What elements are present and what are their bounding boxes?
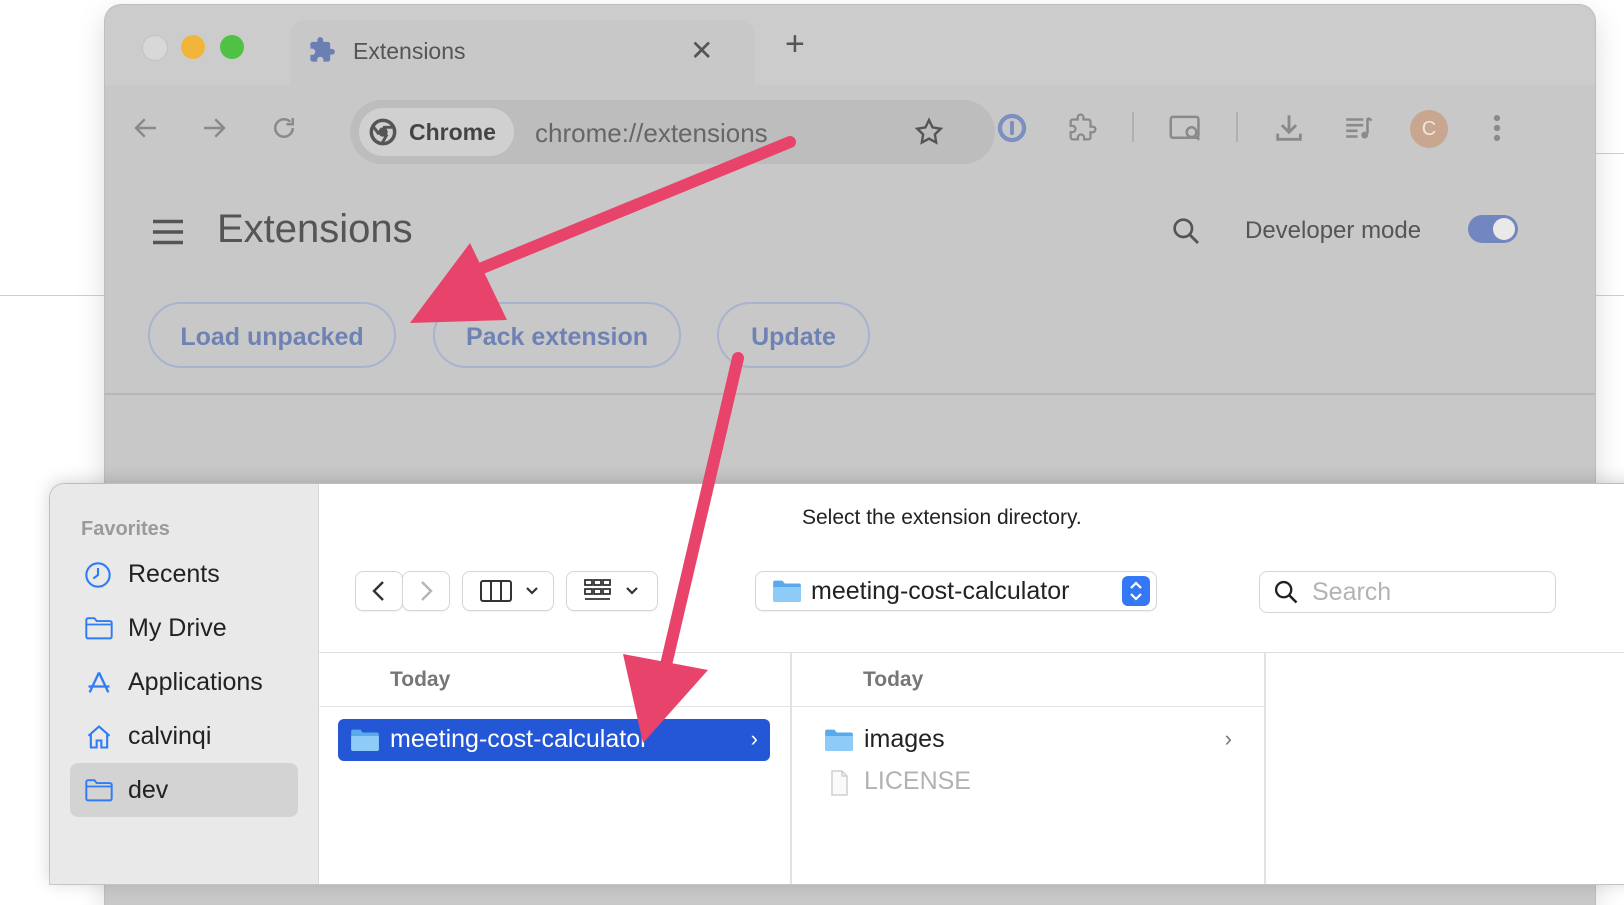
path-popup-label: meeting-cost-calculator [811, 577, 1070, 605]
reload-icon[interactable] [269, 113, 299, 148]
dialog-sidebar: Favorites Recents My Drive Applications … [50, 484, 319, 884]
tab-search-icon[interactable] [1168, 111, 1204, 150]
browser-toolbar: Chrome chrome://extensions C [105, 85, 1595, 178]
folder-icon [84, 777, 114, 808]
list-item[interactable]: meeting-cost-calculator › [338, 719, 770, 761]
toolbar-separator [1236, 112, 1238, 142]
forward-icon[interactable] [199, 113, 229, 148]
list-item[interactable]: LICENSE [812, 761, 1244, 803]
browser-column-1: Today meeting-cost-calculator › [318, 653, 790, 884]
new-tab-button[interactable]: + [785, 27, 805, 61]
path-stepper[interactable] [1122, 576, 1150, 606]
column-header: Today [863, 668, 924, 691]
folder-icon [772, 578, 802, 609]
column-header-divider [318, 706, 790, 707]
back-button[interactable] [356, 572, 402, 610]
downloads-icon[interactable] [1272, 111, 1306, 150]
back-icon[interactable] [131, 113, 161, 148]
address-bar[interactable]: Chrome chrome://extensions [350, 100, 995, 164]
chevron-right-icon: › [1224, 726, 1232, 751]
file-open-dialog: Favorites Recents My Drive Applications … [50, 484, 1624, 884]
tab-extensions[interactable]: Extensions ✕ [290, 20, 755, 90]
url-text[interactable]: chrome://extensions [535, 118, 768, 149]
folder-icon [824, 727, 854, 758]
list-item-label: meeting-cost-calculator [390, 725, 649, 753]
applications-icon [84, 669, 114, 702]
search-field[interactable] [1260, 572, 1555, 612]
developer-mode-label: Developer mode [1245, 217, 1422, 244]
sidebar-item-recents[interactable]: Recents [70, 547, 298, 601]
search-input[interactable] [1310, 574, 1544, 610]
profile-avatar[interactable]: C [1410, 110, 1448, 148]
close-window-button[interactable] [142, 35, 168, 61]
hamburger-menu-icon[interactable] [150, 217, 186, 252]
column-header: Today [390, 668, 451, 691]
search-icon[interactable] [1170, 215, 1202, 252]
more-menu-icon[interactable] [1487, 111, 1507, 150]
group-by-button[interactable] [567, 572, 657, 610]
toolbar-separator [1132, 112, 1134, 142]
chevron-right-icon [421, 581, 433, 601]
bookmark-star-icon[interactable] [913, 116, 945, 153]
sidebar-item-label: Applications [128, 668, 263, 696]
search-icon [1272, 578, 1300, 611]
chrome-logo-icon [369, 118, 397, 151]
load-unpacked-button[interactable]: Load unpacked [148, 302, 396, 368]
pack-extension-button[interactable]: Pack extension [433, 302, 681, 368]
chevron-right-icon: › [750, 726, 758, 751]
list-item-label: LICENSE [864, 767, 971, 795]
tab-strip: Extensions ✕ + [105, 5, 1595, 90]
sidebar-item-label: calvinqi [128, 722, 212, 750]
minimize-window-button[interactable] [181, 35, 205, 59]
sidebar-item-my-drive[interactable]: My Drive [70, 601, 298, 655]
folder-icon [350, 727, 380, 758]
favorites-heading: Favorites [81, 518, 170, 540]
tab-title: Extensions [353, 38, 466, 64]
dialog-title: Select the extension directory. [802, 506, 1082, 529]
page-divider [105, 393, 1595, 395]
forward-button[interactable] [403, 572, 449, 610]
media-controls-icon[interactable] [1342, 111, 1376, 150]
chevron-left-icon [372, 581, 384, 601]
file-icon [824, 769, 854, 802]
tab-close-icon[interactable]: ✕ [690, 34, 713, 67]
update-button[interactable]: Update [717, 302, 870, 368]
sidebar-item-calvinqi[interactable]: calvinqi [70, 709, 298, 763]
maximize-window-button[interactable] [220, 35, 244, 59]
sidebar-item-label: My Drive [128, 614, 227, 642]
password-manager-icon[interactable] [995, 111, 1029, 150]
sidebar-item-label: dev [128, 776, 169, 804]
home-icon [84, 723, 114, 756]
columns-view-icon [480, 580, 538, 602]
up-down-chevron-icon [1130, 581, 1142, 601]
path-popup-button[interactable]: meeting-cost-calculator [756, 572, 1156, 610]
browser-column-2: Today images › LICENSE [792, 653, 1264, 884]
list-item[interactable]: images › [812, 719, 1244, 761]
view-mode-button[interactable] [463, 572, 553, 610]
sidebar-item-applications[interactable]: Applications [70, 655, 298, 709]
site-info-chip[interactable]: Chrome [359, 108, 514, 156]
toggle-knob [1493, 218, 1515, 240]
developer-mode-toggle[interactable] [1468, 215, 1518, 243]
column-divider [1264, 653, 1266, 884]
chip-label: Chrome [409, 119, 496, 145]
extensions-icon[interactable] [1065, 111, 1099, 150]
puzzle-icon [308, 36, 336, 69]
clock-icon [84, 561, 112, 594]
sidebar-item-dev[interactable]: dev [70, 763, 298, 817]
list-item-label: images [864, 725, 945, 753]
grid-view-icon [584, 579, 638, 600]
column-header-divider [792, 706, 1264, 707]
sidebar-item-label: Recents [128, 560, 220, 588]
page-title: Extensions [217, 207, 413, 251]
folder-icon [84, 615, 114, 646]
